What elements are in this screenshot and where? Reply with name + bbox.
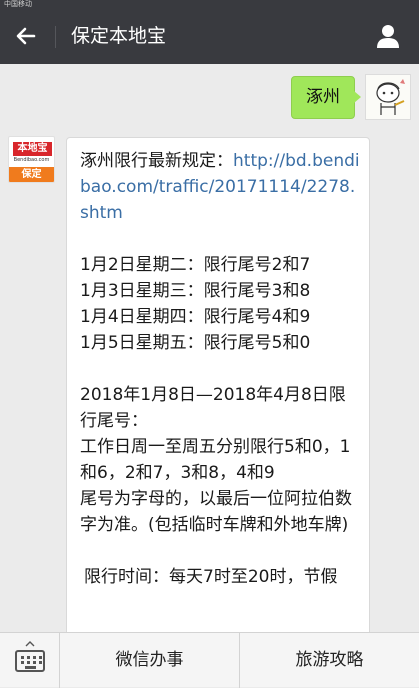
incoming-message: 涿州限行最新规定：http://bd.bendibao.com/traffic/… [66, 137, 370, 632]
header-divider [55, 26, 56, 48]
menu-item-travel-guide[interactable]: 旅游攻略 [240, 633, 419, 688]
period-title: 2018年1月8日—2018年4月8日限行尾号： [80, 385, 346, 431]
outgoing-message[interactable]: 涿州 [291, 76, 361, 119]
keyboard-icon [15, 650, 45, 672]
plate-note: 尾号为字母的，以最后一位阿拉伯数字为准。(包括临时车牌和外地车牌) [80, 489, 352, 535]
chevron-up-icon [25, 641, 35, 647]
logo-bottom-text: 保定 [9, 167, 54, 182]
bot-avatar[interactable]: 本地宝 Bendibao.com 保定 [8, 136, 55, 183]
restriction-time: 限行时间：每天7时至20时，节假 [84, 567, 338, 587]
page-title: 保定本地宝 [71, 25, 167, 47]
status-bar: 中国移动 [0, 0, 419, 8]
menu-item-wechat-service[interactable]: 微信办事 [60, 633, 240, 688]
period-rule: 工作日周一至周五分别限行5和0，1和6，2和7，3和8，4和9 [80, 437, 351, 483]
chat-area: 涿州 本地宝 Bendibao.com 保定 涿州限行最新规定：http://b… [0, 64, 419, 632]
keyboard-toggle[interactable] [0, 633, 60, 688]
message-line: 1月3日星期三：限行尾号3和8 [80, 281, 311, 301]
message-intro: 涿州限行最新规定： [80, 151, 233, 171]
logo-top-text: 本地宝 [13, 142, 52, 156]
bottom-menu: 微信办事 旅游攻略 [0, 632, 419, 688]
back-arrow-icon[interactable] [12, 22, 40, 50]
logo-mid-text: Bendibao.com [13, 157, 50, 163]
profile-icon[interactable] [374, 22, 402, 50]
message-line: 1月5日星期五：限行尾号5和0 [80, 333, 311, 353]
message-line: 1月4日星期四：限行尾号4和9 [80, 307, 311, 327]
user-avatar[interactable] [365, 74, 411, 120]
header-bar: 保定本地宝 [0, 8, 419, 64]
message-line: 1月2日星期二：限行尾号2和7 [80, 255, 311, 275]
carrier-text: 中国移动 [4, 0, 32, 8]
